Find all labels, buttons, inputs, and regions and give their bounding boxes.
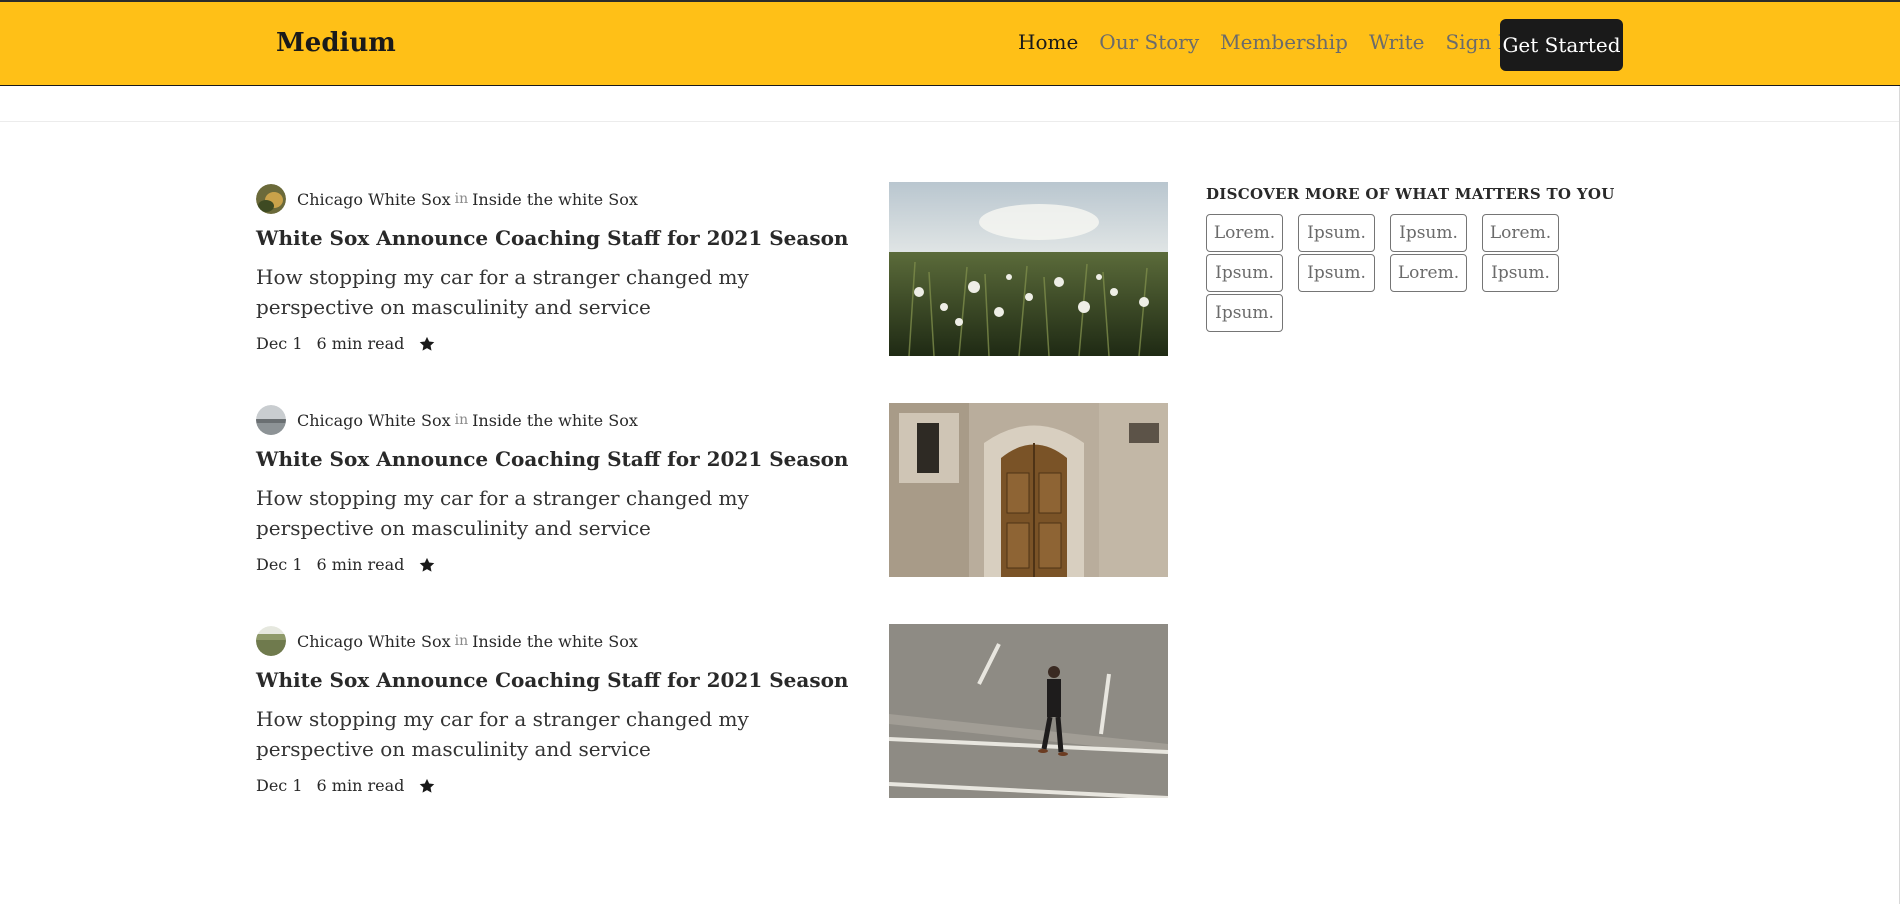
- nav-link-home[interactable]: Home: [1018, 30, 1078, 54]
- article-date: Dec 1: [256, 776, 303, 795]
- article-card[interactable]: Chicago White Sox in Inside the white So…: [256, 182, 1176, 364]
- article-meta: Chicago White Sox in Inside the white So…: [256, 405, 638, 435]
- nav-link-membership[interactable]: Membership: [1220, 30, 1348, 54]
- article-date: Dec 1: [256, 555, 303, 574]
- publication-name[interactable]: Inside the white Sox: [472, 190, 638, 209]
- topic-tag[interactable]: Ipsum.: [1390, 214, 1467, 252]
- author-name[interactable]: Chicago White Sox: [297, 411, 451, 430]
- top-navbar: Medium Home Our Story Membership Write S…: [0, 2, 1900, 86]
- read-time: 6 min read: [316, 334, 405, 353]
- article-title[interactable]: White Sox Announce Coaching Staff for 20…: [256, 668, 848, 692]
- article-subtitle[interactable]: How stopping my car for a stranger chang…: [256, 483, 836, 543]
- author-name[interactable]: Chicago White Sox: [297, 190, 451, 209]
- topic-tag[interactable]: Lorem.: [1390, 254, 1467, 292]
- publication-name[interactable]: Inside the white Sox: [472, 411, 638, 430]
- topic-tag[interactable]: Ipsum.: [1298, 214, 1375, 252]
- article-card[interactable]: Chicago White Sox in Inside the white So…: [256, 624, 1176, 806]
- read-time: 6 min read: [316, 555, 405, 574]
- author-avatar[interactable]: [256, 405, 286, 435]
- nav-link-write[interactable]: Write: [1369, 30, 1425, 54]
- article-meta: Chicago White Sox in Inside the white So…: [256, 626, 638, 656]
- author-avatar[interactable]: [256, 626, 286, 656]
- topic-tag[interactable]: Ipsum.: [1298, 254, 1375, 292]
- article-footer: Dec 1 6 min read: [256, 555, 436, 574]
- topic-tag[interactable]: Lorem.: [1206, 214, 1283, 252]
- author-avatar[interactable]: [256, 184, 286, 214]
- article-subtitle[interactable]: How stopping my car for a stranger chang…: [256, 704, 836, 764]
- star-icon[interactable]: [418, 335, 436, 353]
- article-title[interactable]: White Sox Announce Coaching Staff for 20…: [256, 226, 848, 250]
- topic-tag[interactable]: Ipsum.: [1206, 254, 1283, 292]
- topic-tag[interactable]: Ipsum.: [1206, 294, 1283, 332]
- in-label: in: [454, 412, 469, 428]
- star-icon[interactable]: [418, 777, 436, 795]
- article-title[interactable]: White Sox Announce Coaching Staff for 20…: [256, 447, 848, 471]
- article-subtitle[interactable]: How stopping my car for a stranger chang…: [256, 262, 836, 322]
- tag-list: Lorem. Ipsum. Ipsum. Lorem. Ipsum. Ipsum…: [1206, 214, 1586, 334]
- man-walking-street-image[interactable]: [889, 624, 1168, 798]
- author-name[interactable]: Chicago White Sox: [297, 632, 451, 651]
- topic-tag[interactable]: Ipsum.: [1482, 254, 1559, 292]
- article-footer: Dec 1 6 min read: [256, 776, 436, 795]
- article-footer: Dec 1 6 min read: [256, 334, 436, 353]
- publication-name[interactable]: Inside the white Sox: [472, 632, 638, 651]
- sub-header-divider: [0, 86, 1900, 122]
- discover-panel: DISCOVER MORE OF WHAT MATTERS TO YOU Lor…: [1206, 185, 1626, 334]
- read-time: 6 min read: [316, 776, 405, 795]
- wooden-door-image[interactable]: [889, 403, 1168, 577]
- article-date: Dec 1: [256, 334, 303, 353]
- nav-link-our-story[interactable]: Our Story: [1099, 30, 1199, 54]
- nav-links: Home Our Story Membership Write Sign In: [1018, 30, 1539, 54]
- in-label: in: [454, 633, 469, 649]
- star-icon[interactable]: [418, 556, 436, 574]
- in-label: in: [454, 191, 469, 207]
- discover-title: DISCOVER MORE OF WHAT MATTERS TO YOU: [1206, 185, 1615, 203]
- article-card[interactable]: Chicago White Sox in Inside the white So…: [256, 403, 1176, 585]
- article-meta: Chicago White Sox in Inside the white So…: [256, 184, 638, 214]
- get-started-button[interactable]: Get Started: [1500, 19, 1623, 71]
- dandelion-field-image[interactable]: [889, 182, 1168, 356]
- topic-tag[interactable]: Lorem.: [1482, 214, 1559, 252]
- brand-logo[interactable]: Medium: [276, 28, 396, 58]
